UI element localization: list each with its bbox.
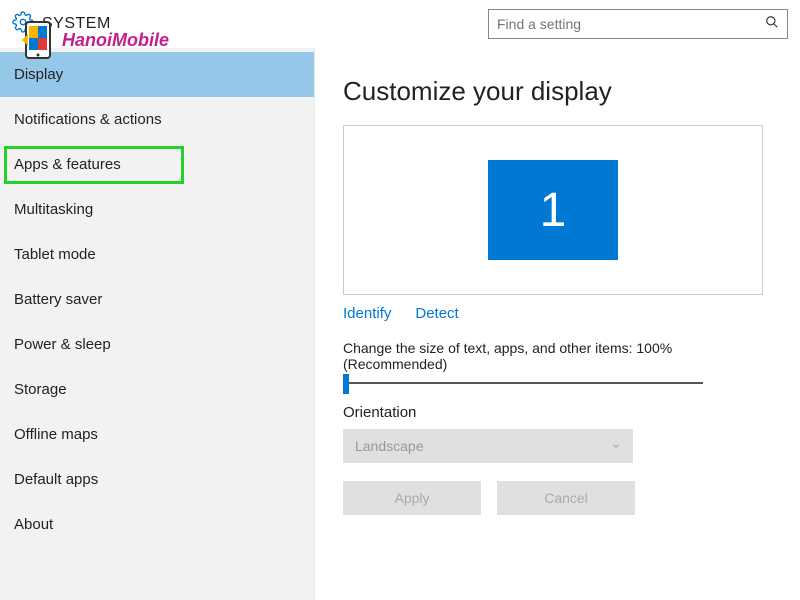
- apply-button[interactable]: Apply: [343, 481, 481, 515]
- sidebar-item-notifications[interactable]: Notifications & actions: [0, 97, 314, 142]
- sidebar-item-label: Battery saver: [14, 291, 102, 308]
- scale-label: Change the size of text, apps, and other…: [343, 340, 763, 372]
- sidebar-item-power-sleep[interactable]: Power & sleep: [0, 322, 314, 367]
- watermark-logo-icon: [20, 20, 56, 60]
- sidebar-item-label: Multitasking: [14, 201, 93, 218]
- cancel-button[interactable]: Cancel: [497, 481, 635, 515]
- sidebar-item-label: Apps & features: [14, 156, 121, 173]
- sidebar-item-label: Display: [14, 66, 63, 83]
- orientation-value: Landscape: [355, 438, 424, 454]
- scale-slider[interactable]: [343, 382, 703, 384]
- button-row: Apply Cancel: [343, 481, 772, 515]
- sidebar-item-storage[interactable]: Storage: [0, 367, 314, 412]
- watermark: HanoiMobile: [20, 20, 169, 60]
- sidebar-item-label: Power & sleep: [14, 336, 111, 353]
- sidebar-item-about[interactable]: About: [0, 502, 314, 547]
- sidebar-item-label: Storage: [14, 381, 67, 398]
- search-box[interactable]: [488, 9, 788, 39]
- monitor-number: 1: [540, 183, 567, 238]
- sidebar-item-label: Tablet mode: [14, 246, 96, 263]
- page-title: Customize your display: [343, 76, 772, 107]
- search-input[interactable]: [497, 16, 765, 32]
- chevron-down-icon: [611, 438, 621, 454]
- search-icon: [765, 15, 779, 34]
- sidebar-item-tablet-mode[interactable]: Tablet mode: [0, 232, 314, 277]
- detect-link[interactable]: Detect: [415, 305, 458, 322]
- sidebar-item-apps-features[interactable]: Apps & features: [0, 142, 314, 187]
- sidebar-item-label: Offline maps: [14, 426, 98, 443]
- identify-link[interactable]: Identify: [343, 305, 391, 322]
- main-content: Customize your display 1 Identify Detect…: [315, 48, 800, 600]
- sidebar-item-default-apps[interactable]: Default apps: [0, 457, 314, 502]
- sidebar-item-label: Default apps: [14, 471, 98, 488]
- orientation-label: Orientation: [343, 404, 772, 421]
- link-row: Identify Detect: [343, 305, 772, 322]
- slider-thumb[interactable]: [343, 374, 349, 394]
- orientation-dropdown[interactable]: Landscape: [343, 429, 633, 463]
- sidebar-item-label: Notifications & actions: [14, 111, 162, 128]
- sidebar-item-multitasking[interactable]: Multitasking: [0, 187, 314, 232]
- sidebar-item-battery-saver[interactable]: Battery saver: [0, 277, 314, 322]
- apply-label: Apply: [394, 490, 429, 506]
- monitor-tile[interactable]: 1: [488, 160, 618, 260]
- sidebar-item-label: About: [14, 516, 53, 533]
- display-preview[interactable]: 1: [343, 125, 763, 295]
- watermark-text: HanoiMobile: [62, 30, 169, 51]
- sidebar-item-offline-maps[interactable]: Offline maps: [0, 412, 314, 457]
- sidebar: Display Notifications & actions Apps & f…: [0, 48, 315, 600]
- cancel-label: Cancel: [544, 490, 588, 506]
